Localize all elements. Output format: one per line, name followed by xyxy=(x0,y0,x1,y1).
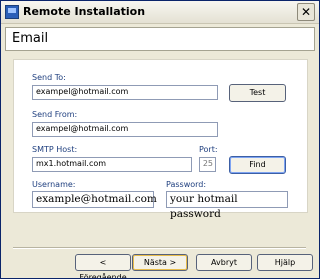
footer-separator xyxy=(13,247,306,249)
close-button[interactable]: ✕ xyxy=(297,3,315,21)
cancel-button[interactable]: Avbryt xyxy=(196,254,252,271)
title-bar[interactable]: Remote Installation ✕ xyxy=(1,1,319,24)
username-input[interactable]: example@hotmail.com xyxy=(32,191,157,208)
remote-installation-window: Remote Installation ✕ Email Send To: exa… xyxy=(0,0,320,279)
send-from-input[interactable]: exampel@hotmail.com xyxy=(32,122,218,137)
test-button[interactable]: Test xyxy=(229,84,286,102)
smtp-host-label: SMTP Host: xyxy=(32,145,78,154)
password-input[interactable]: your hotmail password xyxy=(166,191,288,220)
smtp-host-input[interactable]: mx1.hotmail.com xyxy=(32,157,192,172)
window-title: Remote Installation xyxy=(23,5,146,18)
section-header: Email xyxy=(5,27,315,51)
help-button[interactable]: Hjälp xyxy=(257,254,313,271)
section-title: Email xyxy=(12,31,49,46)
username-label: Username: xyxy=(32,180,76,189)
port-input[interactable]: 25 xyxy=(199,157,216,172)
send-to-label: Send To: xyxy=(32,73,66,82)
next-button[interactable]: Nästa > xyxy=(132,254,188,271)
installer-icon xyxy=(5,5,19,19)
close-icon: ✕ xyxy=(300,5,312,19)
send-from-label: Send From: xyxy=(32,110,78,119)
email-settings-panel: Send To: exampel@hotmail.com Test Send F… xyxy=(13,59,308,220)
port-label: Port: xyxy=(199,145,218,154)
back-button[interactable]: < Föregående xyxy=(75,254,131,278)
find-button[interactable]: Find xyxy=(229,156,286,174)
send-to-input[interactable]: exampel@hotmail.com xyxy=(32,85,218,100)
password-label: Password: xyxy=(166,180,207,189)
